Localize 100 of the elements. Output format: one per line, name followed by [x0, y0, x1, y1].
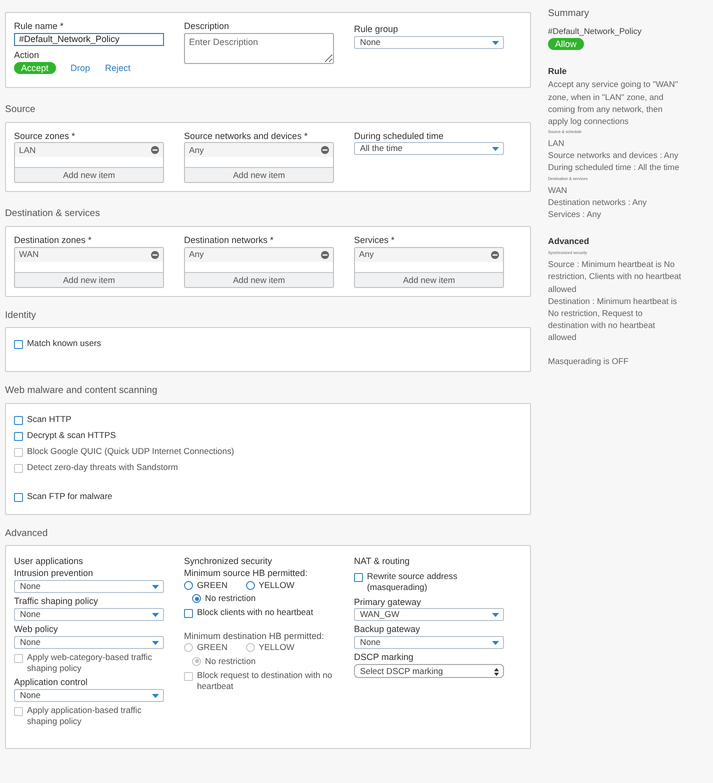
list-item[interactable]: Any [359, 248, 374, 262]
dropdown[interactable]: None [14, 608, 164, 621]
checkbox-label: Match known users [27, 338, 102, 350]
radio-button[interactable] [192, 594, 201, 604]
field-label: Description [184, 21, 230, 32]
list-item[interactable]: LAN [19, 144, 36, 157]
summary-title: Summary [548, 7, 590, 21]
list-item[interactable]: Any [189, 144, 204, 157]
field-label: Rule group [354, 24, 400, 35]
field-label: Rule name * [14, 21, 65, 32]
field-label: Action [14, 50, 40, 61]
summary-text: Source : Minimum heartbeat is No restriction, Clients with no heartbeat allowed [548, 258, 682, 295]
summary-heading: Rule [548, 65, 568, 78]
radio-label: GREEN [197, 580, 228, 592]
caret-icon [492, 147, 499, 152]
list-item[interactable]: Any [189, 248, 204, 262]
summary-text: LAN [548, 137, 566, 150]
checkbox-label: Block request to destination with no heartbeat [197, 670, 334, 692]
add-item-button[interactable]: Add new item [185, 272, 333, 287]
rule-name-field[interactable]: #Default_Network_Policy [14, 32, 164, 46]
summary-text: WAN [548, 184, 568, 196]
dropdown[interactable]: None [354, 36, 504, 49]
checkbox-label: Scan HTTP [27, 414, 72, 426]
add-item-button[interactable]: Add new item [185, 168, 333, 182]
remove-icon[interactable] [321, 146, 329, 154]
description-field[interactable]: Enter Description [184, 32, 334, 64]
dropdown[interactable]: None [14, 688, 164, 702]
remove-icon[interactable] [491, 250, 499, 259]
add-item-button[interactable]: Add new item [15, 272, 163, 287]
field-label: Services * [354, 234, 396, 246]
field-label: Traffic shaping policy [14, 596, 100, 607]
checkbox-label: Apply application-based traffic shaping policy [27, 704, 142, 728]
checkbox-label: Scan FTP for malware [27, 490, 112, 502]
field-label: Destination zones * [14, 234, 93, 246]
section-title: Identity [5, 310, 37, 322]
action-option[interactable]: Reject [105, 62, 131, 76]
checkbox-label: Decrypt & scan HTTPS [27, 430, 116, 442]
caret-icon [492, 613, 499, 618]
checkbox-label: Rewrite source address (masquerading) [367, 571, 458, 594]
rule-name: #Default_Network_Policy [548, 25, 643, 38]
add-item-button[interactable]: Add new item [15, 168, 163, 182]
dropdown[interactable]: WAN_GW [354, 608, 504, 622]
checkbox[interactable] [14, 492, 23, 502]
summary-text: Accept any service going to "WAN" zone, when in "LAN" zone, and coming from any network, then apply log connections [548, 78, 679, 128]
section-title: Destination & services [5, 209, 101, 220]
checkbox-label: Block clients with no heartbeat [197, 607, 314, 619]
section-title: Source [5, 105, 36, 116]
caret-icon [492, 40, 499, 45]
caret-icon [152, 694, 159, 698]
radio-label: GREEN [197, 642, 228, 654]
remove-icon[interactable] [151, 146, 159, 154]
radio-button[interactable] [184, 581, 193, 590]
list-item[interactable]: WAN [19, 248, 39, 262]
dropdown[interactable]: None [14, 580, 164, 594]
field-label: Minimum source HB permitted: [184, 568, 309, 580]
allow-badge: Allow [548, 38, 584, 50]
dropdown[interactable]: All the time [354, 142, 504, 156]
radio-label: YELLOW [258, 580, 294, 592]
remove-icon[interactable] [151, 250, 159, 259]
caret-icon [494, 668, 499, 676]
caret-icon [492, 641, 499, 646]
checkbox[interactable] [14, 432, 23, 442]
summary-text: Services : Any [548, 208, 602, 220]
field-label: Primary gateway [354, 596, 422, 608]
summary-text: During scheduled time : All the time [548, 161, 680, 174]
summary-text: Masquerading is OFF [548, 355, 630, 368]
summary-text: Destination : Minimum heartbeat is No restriction, Request to destination with no heartbeat allowed [548, 294, 678, 344]
field-label: Destination networks * [184, 234, 275, 246]
field-label: Minimum destination HB permitted: [184, 630, 326, 642]
group-title: User applications [14, 556, 84, 568]
radio-button[interactable] [246, 581, 255, 590]
remove-icon[interactable] [321, 250, 329, 259]
field-label: Application control [14, 676, 89, 688]
dropdown[interactable]: None [14, 636, 164, 649]
checkbox-label: Apply web-category-based traffic shaping policy [27, 652, 153, 674]
field-label: Web policy [14, 624, 59, 635]
radio-label: No restriction [205, 593, 256, 604]
caret-icon [152, 640, 159, 645]
dropdown[interactable]: Select DSCP marking [354, 664, 504, 678]
checkbox[interactable] [354, 573, 363, 582]
add-item-button[interactable]: Add new item [355, 272, 503, 287]
field-label: Source zones * [14, 130, 76, 142]
summary-text: Destination networks : Any [548, 196, 648, 208]
field-label: During scheduled time [354, 130, 445, 142]
field-label: DSCP marking [354, 652, 414, 663]
checkbox[interactable] [14, 416, 23, 425]
caret-icon [152, 612, 159, 617]
checkbox-label: Block Google QUIC (Quick UDP Internet Connections) [27, 446, 234, 458]
field-label: Source networks and devices * [184, 130, 309, 142]
dropdown[interactable]: None [354, 636, 504, 650]
caret-icon [152, 585, 159, 590]
action-option[interactable]: Drop [70, 62, 90, 76]
checkbox[interactable] [184, 609, 193, 618]
checkbox[interactable] [14, 340, 23, 350]
summary-heading: Advanced [548, 235, 590, 248]
field-label: Intrusion prevention [14, 568, 94, 580]
section-title: Web malware and content scanning [5, 386, 158, 397]
radio-label: YELLOW [258, 642, 294, 654]
group-title: NAT & routing [354, 556, 411, 568]
radio-label: No restriction [205, 656, 256, 667]
